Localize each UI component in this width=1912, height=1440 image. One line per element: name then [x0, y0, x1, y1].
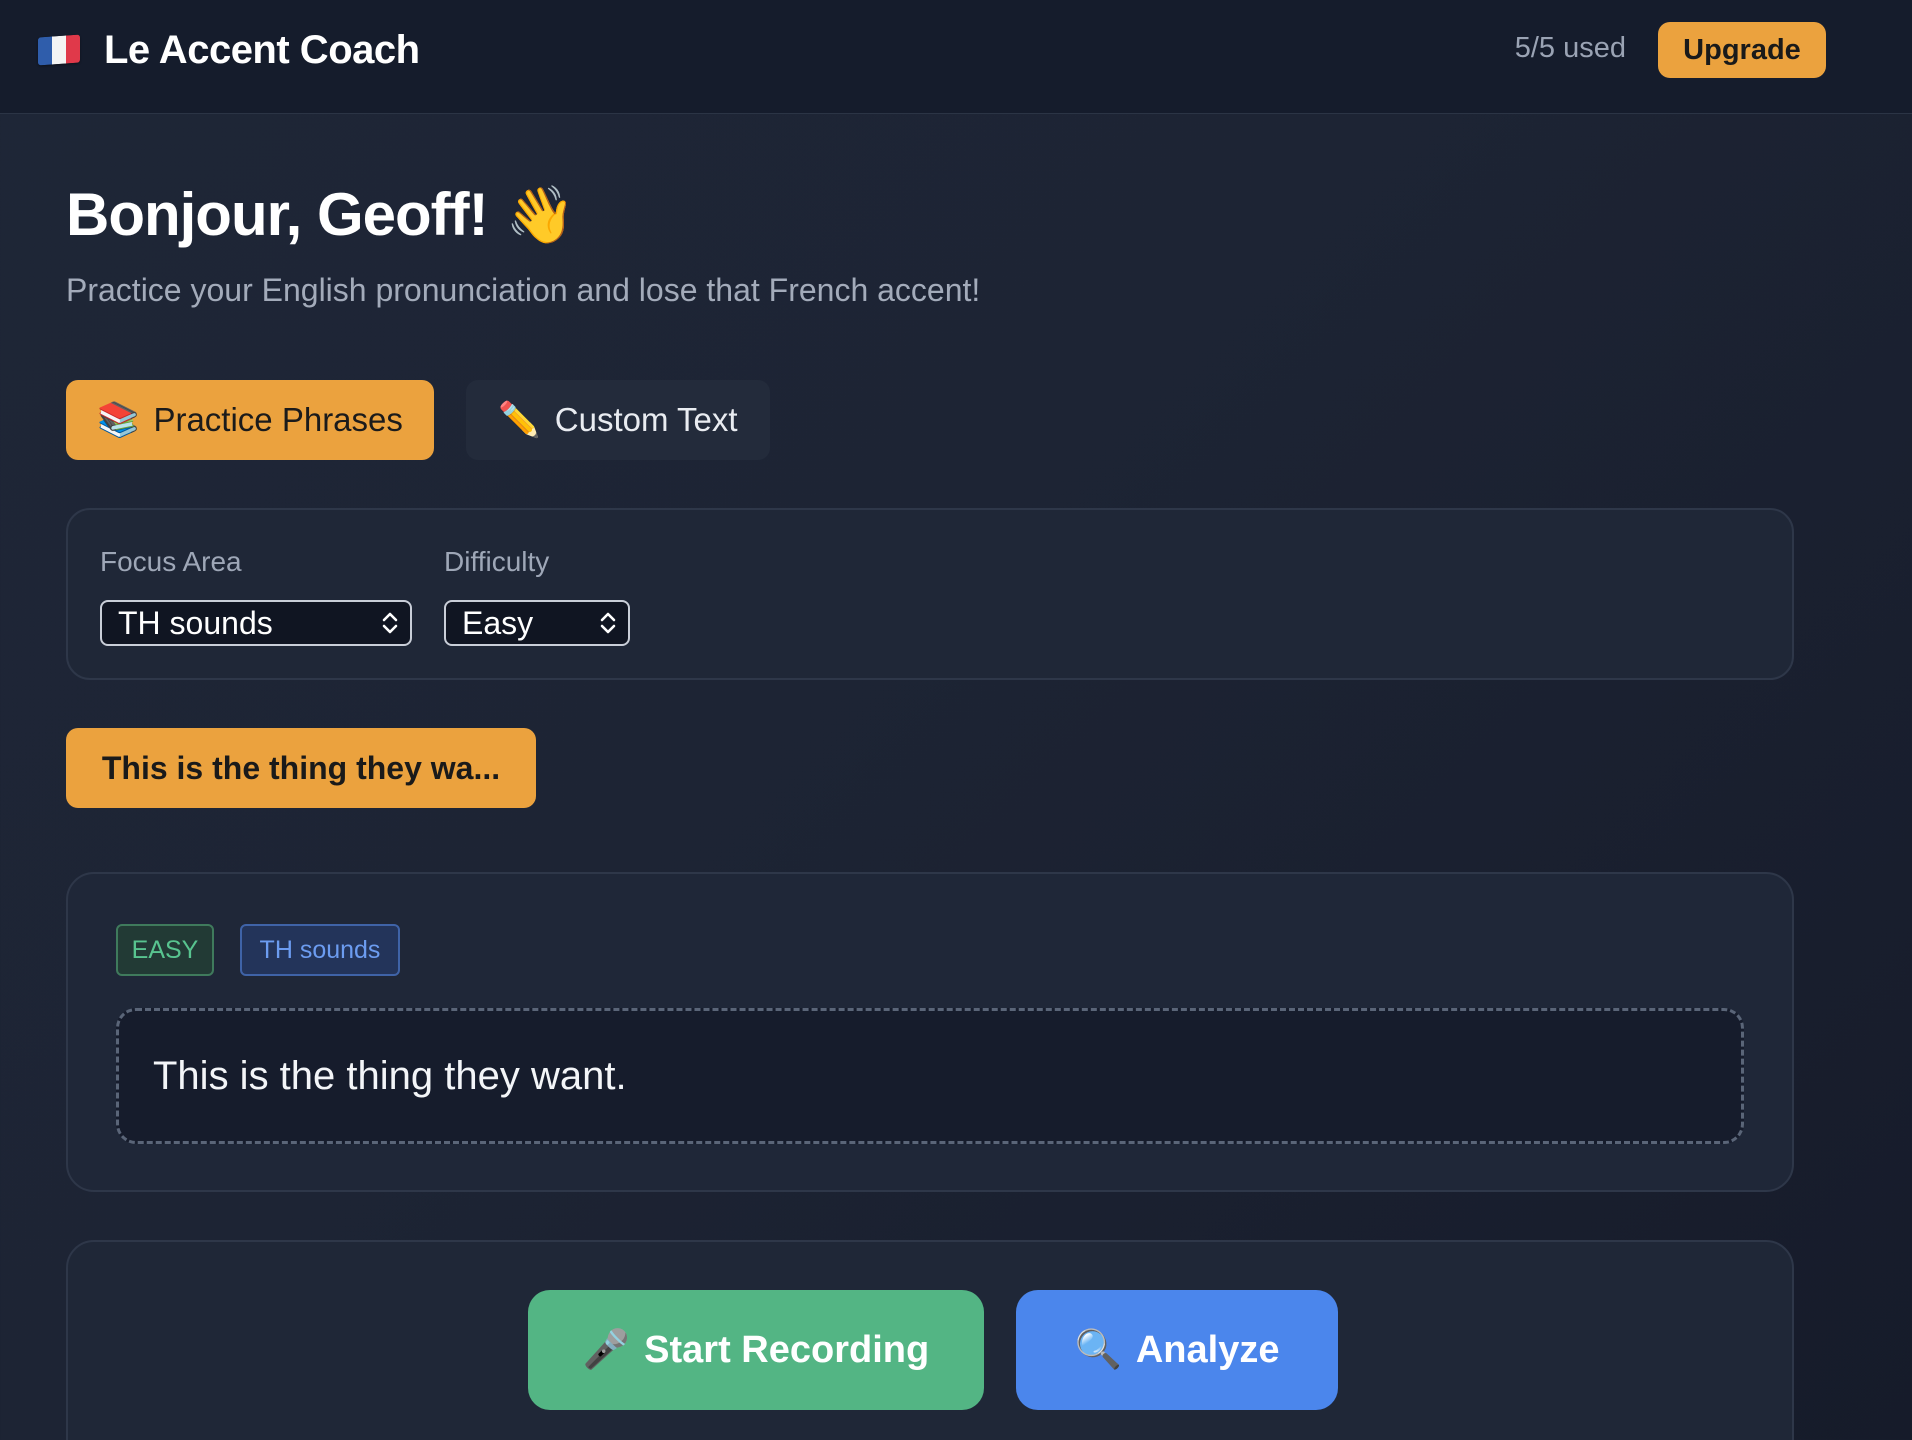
focus-area-select[interactable]: TH sounds: [100, 600, 412, 646]
select-chevrons-icon: [600, 612, 616, 634]
greeting-heading: Bonjour, Geoff! 👋: [66, 180, 576, 249]
brand[interactable]: Le Accent Coach: [38, 24, 420, 76]
magnifier-icon: 🔍: [1074, 1329, 1122, 1371]
tab-label: Custom Text: [554, 401, 738, 438]
focus-area-label: Focus Area: [100, 546, 242, 577]
pencil-icon: ✏️: [498, 401, 541, 439]
waving-hand-icon: 👋: [505, 182, 576, 246]
difficulty-value: Easy: [462, 604, 534, 641]
france-flag-icon: [38, 34, 80, 66]
filters-panel: Focus Area TH sounds Difficulty Easy: [66, 508, 1794, 680]
start-recording-label: Start Recording: [644, 1328, 930, 1371]
greeting-text: Bonjour, Geoff!: [66, 181, 489, 248]
microphone-icon: 🎤: [582, 1329, 631, 1371]
difficulty-label: Difficulty: [444, 546, 550, 577]
actions-panel: 🎤 Start Recording 🔍 Analyze: [66, 1240, 1794, 1440]
usage-counter: 5/5 used: [1514, 32, 1626, 64]
tab-label: Practice Phrases: [153, 401, 403, 438]
analyze-label: Analyze: [1135, 1328, 1280, 1371]
start-recording-button[interactable]: 🎤 Start Recording: [528, 1290, 984, 1410]
greeting-subtitle: Practice your English pronunciation and …: [66, 272, 981, 308]
phrase-chip-button[interactable]: This is the thing they wa...: [66, 728, 536, 808]
top-bar: Le Accent Coach 5/5 used Upgrade: [0, 0, 1912, 114]
tab-custom-text[interactable]: ✏️ Custom Text: [466, 380, 770, 460]
upgrade-button[interactable]: Upgrade: [1658, 22, 1826, 78]
analyze-button[interactable]: 🔍 Analyze: [1016, 1290, 1338, 1410]
select-chevrons-icon: [382, 612, 398, 634]
focus-area-value: TH sounds: [118, 604, 273, 641]
difficulty-select[interactable]: Easy: [444, 600, 630, 646]
target-phrase: This is the thing they want.: [116, 1008, 1744, 1144]
books-icon: 📚: [97, 401, 140, 439]
focus-area-badge: TH sounds: [240, 924, 400, 976]
tab-practice-phrases[interactable]: 📚 Practice Phrases: [66, 380, 434, 460]
difficulty-badge: EASY: [116, 924, 214, 976]
phrase-card: EASY TH sounds This is the thing they wa…: [66, 872, 1794, 1192]
app-title: Le Accent Coach: [104, 27, 420, 72]
